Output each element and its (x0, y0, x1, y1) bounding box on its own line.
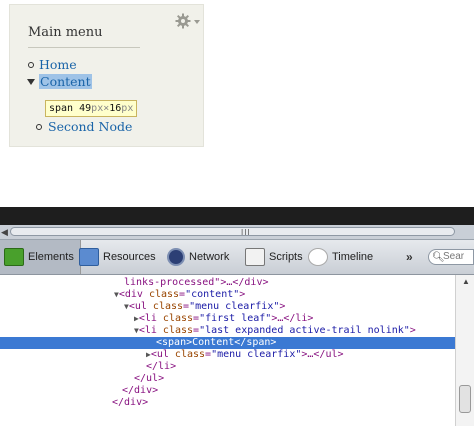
inspector-toolbar: Elements Resources Network Scripts Timel… (0, 240, 474, 275)
home-link[interactable]: Home (39, 57, 77, 72)
web-inspector: ◀ III Elements Resources Network Scripts… (0, 207, 474, 426)
element-size-tooltip: span 49px×16px (45, 100, 138, 117)
tab-label: Timeline (332, 251, 374, 263)
tab-scripts[interactable]: Scripts (245, 247, 303, 267)
dom-line[interactable]: </div> (122, 385, 474, 397)
network-icon (167, 248, 185, 266)
inspector-titlebar (0, 207, 474, 225)
menu-list: Home Content (27, 57, 92, 91)
dom-line-selected[interactable]: <span>Content</span> (0, 337, 455, 349)
elements-icon (4, 248, 24, 266)
search-icon: 🔍︎ (432, 252, 445, 263)
gear-icon[interactable] (174, 13, 204, 29)
timeline-icon (308, 248, 328, 266)
scrollbar-thumb[interactable]: III (10, 227, 455, 237)
tab-network[interactable]: Network (167, 247, 229, 267)
content-link[interactable]: Content (39, 74, 92, 89)
vertical-scrollbar[interactable]: ▲ (455, 275, 474, 426)
more-tabs-button[interactable]: » (406, 250, 413, 264)
scroll-up-icon[interactable]: ▲ (462, 277, 470, 286)
scroll-left-icon[interactable]: ◀ (1, 227, 8, 238)
tab-timeline[interactable]: Timeline (308, 247, 373, 267)
scrollbar-grip: III (241, 228, 251, 237)
dom-line[interactable]: </ul> (134, 373, 474, 385)
resources-icon (79, 248, 99, 266)
search-placeholder: Sear (443, 251, 465, 262)
tooltip-width: 49 (79, 103, 92, 114)
expanded-triangle-icon (27, 79, 35, 85)
bullet-icon (36, 124, 42, 130)
tooltip-height-unit: px (121, 103, 134, 114)
tab-resources[interactable]: Resources (79, 247, 156, 267)
dom-line[interactable]: ▶<li class="first leaf">…</li> (134, 313, 474, 325)
menu-item-second-node: Second Node (36, 119, 132, 134)
main-menu-block: Main menu Home Content span 49px×16px Se… (9, 4, 204, 147)
tab-label: Elements (28, 251, 74, 263)
dom-line[interactable]: links-processed">…</div> (124, 277, 474, 289)
tab-label: Network (189, 251, 230, 263)
tooltip-height: 16 (109, 103, 122, 114)
dom-tree: links-processed">…</div> ▼<div class="co… (0, 275, 455, 426)
dom-line[interactable]: </div> (112, 397, 474, 409)
dom-line[interactable]: ▼<li class="last expanded active-trail n… (134, 325, 474, 337)
menu-title: Main menu (28, 25, 140, 48)
chevron-down-icon (194, 20, 200, 24)
tab-label: Resources (103, 251, 156, 263)
second-node-link[interactable]: Second Node (48, 119, 132, 134)
dom-line[interactable]: ▼<div class="content"> (114, 289, 474, 301)
dom-line[interactable]: ▶<ul class="menu clearfix">…</ul> (146, 349, 474, 361)
search-input[interactable]: 🔍︎ Sear (428, 249, 474, 265)
tooltip-width-unit: px (91, 103, 104, 114)
tooltip-tag: span (49, 103, 74, 114)
scripts-icon (245, 248, 265, 266)
bullet-icon (28, 62, 34, 68)
dom-line[interactable]: </li> (146, 361, 474, 373)
menu-item-home: Home (27, 57, 92, 74)
horizontal-scrollbar[interactable]: ◀ III (0, 225, 474, 240)
tab-label: Scripts (269, 251, 303, 263)
tab-elements[interactable]: Elements (0, 240, 81, 274)
menu-item-content: Content (27, 74, 92, 91)
dom-line[interactable]: ▼<ul class="menu clearfix"> (124, 301, 474, 313)
scrollbar-thumb[interactable] (459, 385, 471, 413)
